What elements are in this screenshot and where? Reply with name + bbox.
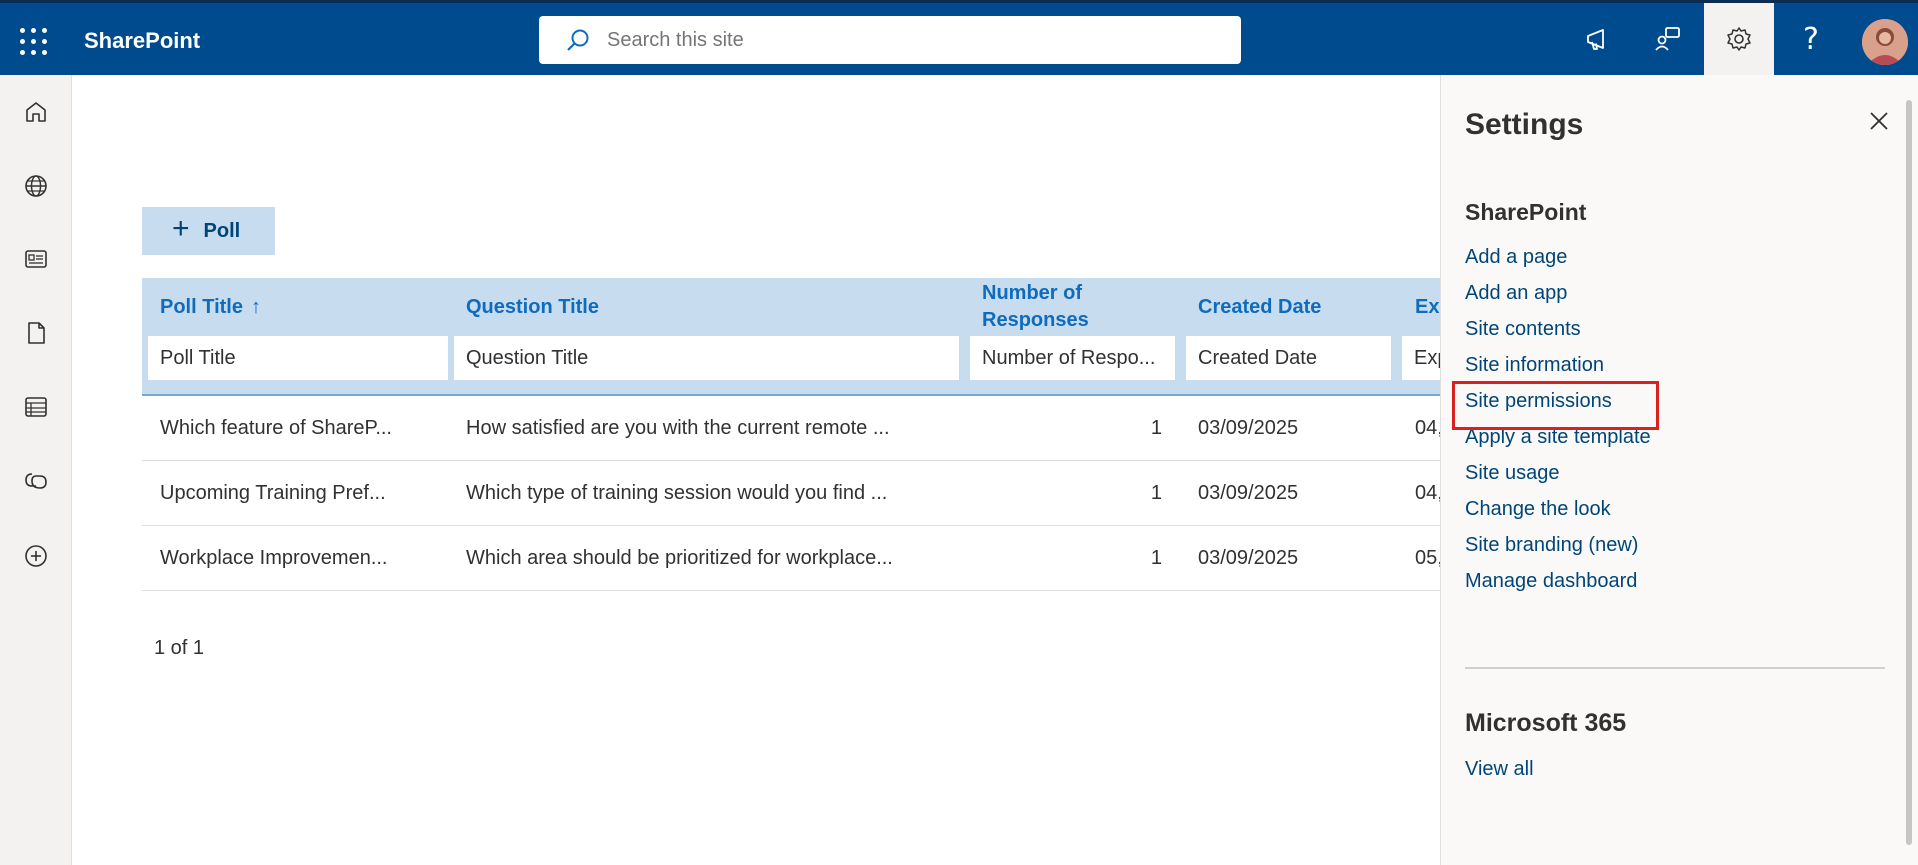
cell-question: Which type of training session would you… (466, 481, 888, 504)
filter-expiry[interactable]: Exp (1402, 336, 1442, 380)
settings-panel: Settings SharePoint Add a page Add an ap… (1440, 75, 1918, 865)
divider (1465, 667, 1885, 669)
cell-responses: 1 (1150, 546, 1162, 569)
cell-poll-title[interactable]: Upcoming Training Pref... (160, 461, 386, 525)
column-header-responses[interactable]: Number of Responses (982, 278, 1089, 336)
filter-question-title[interactable]: Question Title (454, 336, 959, 380)
cell-expiry: 05, (1415, 546, 1443, 569)
cell-poll-title[interactable]: Which feature of ShareP... (160, 396, 392, 460)
pagination-status: 1 of 1 (154, 637, 205, 659)
link-manage-dashboard[interactable]: Manage dashboard (1465, 570, 1637, 593)
filter-created-date[interactable]: Created Date (1186, 336, 1391, 380)
m365-section-heading: Microsoft 365 (1465, 709, 1627, 737)
cell-responses: 1 (1150, 416, 1162, 439)
new-poll-label: Poll (203, 219, 241, 242)
table-header: Poll Title ↑ Question Title Number of Re… (142, 278, 1452, 396)
column-header-poll-title[interactable]: Poll Title ↑ (160, 278, 261, 336)
highlight-box (1452, 381, 1659, 430)
cell-responses: 1 (1150, 481, 1162, 504)
search-box[interactable] (539, 16, 1241, 64)
cell-expiry: 04, (1415, 416, 1443, 439)
cell-created-date: 03/09/2025 (1198, 416, 1299, 439)
table-row[interactable]: Workplace Improvemen... Which area shoul… (142, 526, 1443, 591)
brand-title[interactable]: SharePoint (84, 28, 200, 54)
help-icon[interactable]: ? (1776, 3, 1846, 75)
left-app-bar (0, 75, 72, 865)
sort-ascending-icon: ↑ (250, 295, 261, 318)
document-icon[interactable] (18, 315, 54, 351)
avatar[interactable] (1862, 19, 1908, 65)
table-row[interactable]: Which feature of ShareP... How satisfied… (142, 396, 1443, 461)
column-header-poll-title-label: Poll Title (160, 295, 243, 318)
column-header-question-title[interactable]: Question Title (466, 278, 599, 336)
new-poll-button[interactable]: + Poll (142, 207, 275, 255)
search-input[interactable] (607, 28, 1207, 52)
home-icon[interactable] (18, 94, 54, 130)
link-site-branding[interactable]: Site branding (new) (1465, 534, 1638, 557)
loop-icon[interactable] (18, 463, 54, 499)
add-circle-icon[interactable] (18, 538, 54, 574)
column-header-created-date[interactable]: Created Date (1198, 278, 1321, 336)
settings-gear-icon[interactable] (1704, 3, 1774, 75)
table-row[interactable]: Upcoming Training Pref... Which type of … (142, 461, 1443, 526)
link-add-page[interactable]: Add a page (1465, 246, 1567, 269)
cell-question: How satisfied are you with the current r… (466, 416, 890, 439)
cell-poll-title[interactable]: Workplace Improvemen... (160, 526, 388, 590)
link-change-look[interactable]: Change the look (1465, 498, 1611, 521)
news-icon[interactable] (18, 241, 54, 277)
filter-responses[interactable]: Number of Respo... (970, 336, 1175, 380)
megaphone-icon[interactable] (1563, 3, 1633, 75)
close-icon[interactable] (1863, 105, 1895, 137)
column-header-responses-line2: Responses (982, 309, 1089, 331)
plus-icon: + (172, 212, 190, 245)
link-site-information[interactable]: Site information (1465, 354, 1604, 377)
settings-title: Settings (1465, 108, 1584, 141)
column-header-responses-line1: Number of (982, 282, 1082, 304)
feedback-icon[interactable] (1633, 3, 1703, 75)
list-icon[interactable] (18, 389, 54, 425)
search-icon (567, 29, 589, 51)
link-view-all[interactable]: View all (1465, 758, 1534, 781)
link-site-contents[interactable]: Site contents (1465, 318, 1581, 341)
cell-expiry: 04, (1415, 481, 1443, 504)
cell-created-date: 03/09/2025 (1198, 481, 1299, 504)
suite-bar: SharePoint ? (0, 0, 1918, 75)
link-site-usage[interactable]: Site usage (1465, 462, 1560, 485)
cell-question: Which area should be prioritized for wor… (466, 546, 893, 569)
filter-poll-title[interactable]: Poll Title (148, 336, 448, 380)
globe-icon[interactable] (18, 168, 54, 204)
sharepoint-section-heading: SharePoint (1465, 199, 1587, 225)
link-add-app[interactable]: Add an app (1465, 282, 1567, 305)
cell-created-date: 03/09/2025 (1198, 546, 1299, 569)
panel-scrollbar[interactable] (1906, 100, 1912, 845)
app-launcher-icon[interactable] (20, 28, 48, 56)
